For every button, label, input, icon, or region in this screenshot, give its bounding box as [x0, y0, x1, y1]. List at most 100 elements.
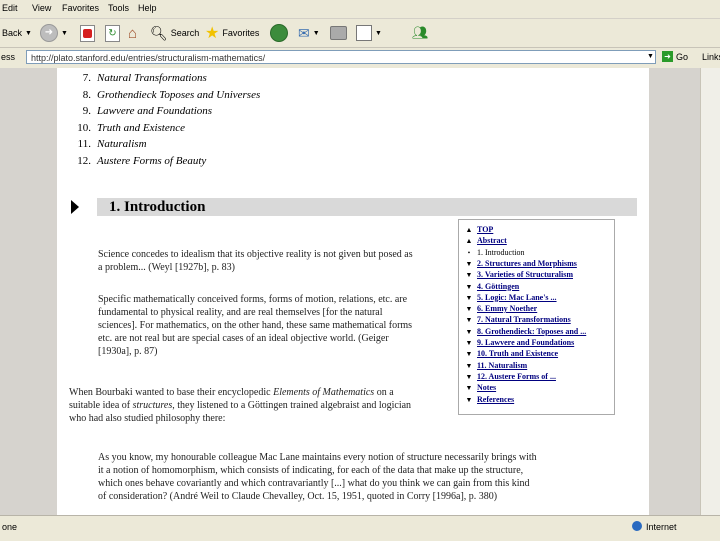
menu-help[interactable]: Help — [138, 3, 157, 13]
edit-button[interactable]: ▼ — [356, 23, 382, 43]
nav-link[interactable]: TOP — [477, 225, 493, 234]
text-line: fundamental to physical reality, and are… — [98, 307, 383, 318]
section-arrow-icon — [71, 200, 79, 214]
forward-arrow-icon: ➜ — [40, 24, 58, 42]
nav-item[interactable]: ▼ 10. Truth and Existence — [465, 348, 559, 359]
history-icon — [270, 24, 288, 42]
menu-edit[interactable]: Edit — [2, 3, 18, 13]
body-paragraph: When Bourbaki wanted to base their encyc… — [69, 386, 411, 425]
toc-number: 7. — [82, 72, 91, 84]
edit-page-icon — [356, 25, 372, 41]
section-title: 1. Introduction — [109, 199, 206, 215]
nav-item[interactable]: ▼ 8. Grothendieck: Toposes and ... — [465, 326, 587, 337]
links-label[interactable]: Links — [702, 52, 720, 62]
nav-item[interactable]: ▼ 6. Emmy Noether — [465, 303, 538, 314]
address-bar: ess http://plato.stanford.edu/entries/st… — [0, 48, 720, 69]
toc-number: 10. — [77, 122, 91, 134]
nav-link[interactable]: 7. Natural Transformations — [477, 315, 571, 324]
nav-item[interactable]: ▲ TOP — [465, 224, 494, 235]
chevron-down-icon[interactable]: ▼ — [647, 53, 654, 60]
messenger-icon: 👥︎ — [412, 25, 429, 40]
toc-number: 8. — [82, 89, 91, 101]
nav-item[interactable]: ▲ Abstract — [465, 235, 507, 246]
nav-item[interactable]: ▼ Notes — [465, 382, 497, 393]
chevron-down-icon: ▼ — [25, 29, 32, 37]
text-line: which ones behave covariantly and which … — [98, 478, 530, 489]
toc-label: Lawvere and Foundations — [97, 105, 213, 117]
nav-item[interactable]: ▼ 7. Natural Transformations — [465, 314, 571, 325]
text-line: a problem... (Weyl [1927b], p. 83) — [98, 262, 235, 273]
nav-link[interactable]: 8. Grothendieck: Toposes and ... — [477, 327, 586, 336]
text-line: suitable idea of structures, they listen… — [69, 400, 412, 411]
text-line: who had also studied philosophy there: — [69, 413, 226, 424]
text-line: it a notion of homomorphism, which consi… — [98, 465, 524, 476]
nav-item[interactable]: ▼ 3. Varieties of Structuralism — [465, 269, 573, 280]
nav-link[interactable]: 10. Truth and Existence — [477, 349, 558, 358]
toc-number: 11. — [77, 138, 91, 150]
history-button[interactable] — [270, 23, 288, 43]
back-label: Back — [2, 28, 23, 38]
nav-item[interactable]: ▼ References — [465, 394, 515, 405]
toc-number: 9. — [82, 105, 91, 117]
stop-button[interactable] — [80, 23, 95, 43]
favorites-label: Favorites — [222, 28, 260, 38]
text-line: [1930a], p. 87) — [98, 346, 158, 357]
nav-link[interactable]: Notes — [477, 383, 496, 392]
print-button[interactable] — [330, 23, 347, 43]
nav-link: 1. Introduction — [477, 247, 525, 257]
text-line: etc. are not real but are special cases … — [98, 333, 389, 344]
home-button[interactable]: ⌂ — [128, 23, 137, 43]
nav-item: • 1. Introduction — [465, 247, 525, 258]
mail-icon: ✉ — [298, 24, 310, 41]
favorites-button[interactable]: ★ Favorites — [205, 23, 259, 43]
search-button[interactable]: 🔍︎ Search — [150, 23, 199, 43]
nav-link[interactable]: Abstract — [477, 236, 507, 245]
italic-title: Elements of Mathematics — [273, 387, 375, 398]
text-line: of consideration? (André Weil to Claude … — [98, 491, 498, 502]
refresh-icon: ↻ — [105, 24, 120, 42]
quote-weil: As you know, my honourable colleague Mac… — [98, 451, 537, 503]
nav-item[interactable]: ▼ 9. Lawvere and Foundations — [465, 337, 575, 348]
nav-link[interactable]: 6. Emmy Noether — [477, 304, 537, 313]
nav-item[interactable]: ▼ 5. Logic: Mac Lane's ... — [465, 292, 557, 303]
nav-item[interactable]: ▼ 4. Göttingen — [465, 281, 520, 292]
nav-link[interactable]: 5. Logic: Mac Lane's ... — [477, 293, 557, 302]
mail-button[interactable]: ✉ ▼ — [298, 23, 320, 43]
menu-view[interactable]: View — [32, 3, 51, 13]
nav-link[interactable]: 4. Göttingen — [477, 282, 519, 291]
back-button[interactable]: Back ▼ — [2, 23, 32, 43]
nav-item[interactable]: ▼ 11. Naturalism — [465, 360, 528, 371]
url-field[interactable]: http://plato.stanford.edu/entries/struct… — [26, 50, 656, 64]
go-label: Go — [676, 51, 689, 62]
nav-link[interactable]: 12. Austere Forms of ... — [477, 372, 556, 381]
go-arrow-icon: ➜ — [662, 51, 673, 62]
nav-link[interactable]: References — [477, 395, 514, 404]
nav-link[interactable]: 9. Lawvere and Foundations — [477, 338, 574, 347]
nav-link[interactable]: 11. Naturalism — [477, 361, 527, 370]
chevron-down-icon: ▼ — [375, 29, 382, 37]
go-button[interactable]: ➜ Go — [662, 51, 688, 62]
toc-label: Grothendieck Toposes and Universes — [97, 89, 261, 101]
toc-label: Natural Transformations — [97, 72, 207, 84]
nav-item[interactable]: ▼ 2. Structures and Morphisms — [465, 258, 577, 269]
messenger-button[interactable]: 👥︎ — [412, 23, 429, 43]
toc-label: Truth and Existence — [97, 122, 185, 134]
browser-viewport: 7. Natural Transformations 8. Grothendie… — [0, 68, 720, 515]
security-zone: Internet — [646, 522, 677, 532]
nav-link[interactable]: 3. Varieties of Structuralism — [477, 270, 573, 279]
section-navigation-box: ▲ TOP ▲ Abstract • 1. Introduction ▼ 2. Structu… — [458, 219, 615, 415]
vertical-scrollbar[interactable] — [700, 68, 720, 515]
text-line: sciences]. For mathematics, on the other… — [98, 320, 413, 331]
menu-tools[interactable]: Tools — [108, 3, 129, 13]
nav-item[interactable]: ▼ 12. Austere Forms of ... — [465, 371, 556, 382]
chevron-down-icon: ▼ — [312, 29, 320, 37]
menu-favorites[interactable]: Favorites — [62, 3, 99, 13]
toc-number: 12. — [77, 155, 91, 167]
refresh-button[interactable]: ↻ — [105, 23, 120, 43]
text-line: Specific mathematically conceived forms,… — [98, 294, 408, 305]
menu-bar: Edit View Favorites Tools Help — [0, 0, 720, 19]
stop-icon — [80, 24, 95, 42]
epigraph-geiger: Specific mathematically conceived forms,… — [98, 293, 412, 358]
forward-button[interactable]: ➜ ▼ — [40, 23, 68, 43]
nav-link[interactable]: 2. Structures and Morphisms — [477, 259, 577, 268]
